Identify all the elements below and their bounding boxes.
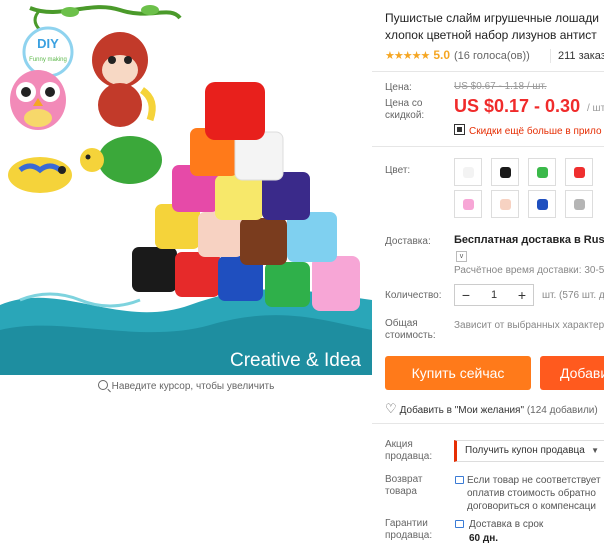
product-photo: DIY Funny making Creative & Idea [0,5,372,375]
color-swatch[interactable] [454,158,482,186]
divider [372,146,604,147]
add-to-cart-button[interactable]: Добави [540,356,604,390]
title-line-2: хлопок цветной набор лизунов антист [385,28,597,42]
add-to-wishlist[interactable]: ♡ Добавить в "Мои желания" (124 добавили) [385,401,598,417]
zoom-hint: Наведите курсор, чтобы увеличить [0,380,372,392]
delivery-time: Расчётное время доставки: 30-5 [454,265,604,276]
heart-icon: ♡ [385,401,397,416]
color-swatch[interactable] [491,190,519,218]
guarantee-label: Гарантии продавца: [385,518,433,541]
rating-score: 5.0 [433,48,450,62]
divider [550,49,551,63]
discount-price: US $0.17 - 0.30 [454,96,581,116]
return-line-3: договориться о компенсаци [467,501,596,512]
color-swatch[interactable] [454,190,482,218]
return-label: Возврат товара [385,474,423,497]
diy-badge-sub: Funny making [29,57,67,63]
color-swatch[interactable] [528,190,556,218]
banner-text: Creative & Idea [230,350,361,371]
product-image[interactable]: DIY Funny making Creative & Idea [0,0,372,375]
delivery-label: Доставка: [385,236,431,247]
wishlist-text: Добавить в "Мои желания" [399,405,525,416]
seller-promo-label: Акция продавца: [385,439,433,462]
return-line-1: Если товар не соответствует [467,475,601,486]
return-icon [455,476,464,484]
price-unit: / шт [587,103,604,114]
votes-count[interactable]: (16 голоса(ов)) [454,50,530,62]
old-price: US $0.67 - 1.18 / шт. [454,81,547,92]
app-promo-text: Скидки ещё больше в прило [469,126,602,137]
discount-price-label: Цена со скидкой: [385,98,425,121]
quantity-input[interactable]: 1 [477,285,511,305]
increase-button[interactable]: + [511,285,533,305]
wishlist-count: (124 добавили) [526,405,598,416]
return-line-2: оплатив стоимость обратно [467,488,596,499]
product-gallery: DIY Funny making Creative & Idea Наведит… [0,0,372,400]
divider [372,423,604,424]
rating[interactable]: ★★★★★ 5.0 (16 голоса(ов)) [385,48,530,62]
chevron-down-icon[interactable]: v [456,251,467,262]
total-label: Общая стоимость: [385,318,436,341]
color-swatch[interactable] [565,190,593,218]
total-value: Зависит от выбранных характер [454,320,604,331]
coupon-text: Получить купон продавца [465,445,585,456]
zoom-hint-text: Наведите курсор, чтобы увеличить [111,381,275,392]
quantity-stepper: − 1 + [454,284,534,306]
color-label: Цвет: [385,165,411,176]
guarantee-info: Доставка в срок 60 дн. [469,518,543,546]
color-swatch[interactable] [565,158,593,186]
app-promo[interactable]: Скидки ещё больше в прило [454,124,602,137]
guarantee-line-1: Доставка в срок [469,519,544,530]
orders-count: 211 заказ [558,50,604,62]
available-stock: шт. (576 шт. д [542,290,604,301]
stars-icon: ★★★★★ [385,50,430,62]
qr-code-icon [454,124,465,135]
return-policy: Если товар не соответствует оплатив стои… [467,474,601,513]
delivery-option[interactable]: Бесплатная доставка в Russian [454,234,604,246]
product-title[interactable]: Пушистые слайм игрушечные лошади хлопок … [385,10,604,44]
product-info: Пушистые слайм игрушечные лошади хлопок … [372,0,604,559]
chevron-down-icon: ▼ [591,446,599,455]
divider [372,71,604,72]
buy-now-button[interactable]: Купить сейчас [385,356,531,390]
diy-badge: DIY [37,36,59,51]
color-swatch[interactable] [528,158,556,186]
guarantee-line-2: 60 дн. [469,533,499,544]
color-swatch[interactable] [491,158,519,186]
truck-icon [455,520,464,528]
quantity-label: Количество: [385,290,442,301]
decrease-button[interactable]: − [455,285,477,305]
title-line-1: Пушистые слайм игрушечные лошади [385,11,599,25]
get-coupon-dropdown[interactable]: Получить купон продавца ▼ [454,440,604,462]
magnifier-icon [97,380,108,390]
price-label: Цена: [385,82,412,93]
